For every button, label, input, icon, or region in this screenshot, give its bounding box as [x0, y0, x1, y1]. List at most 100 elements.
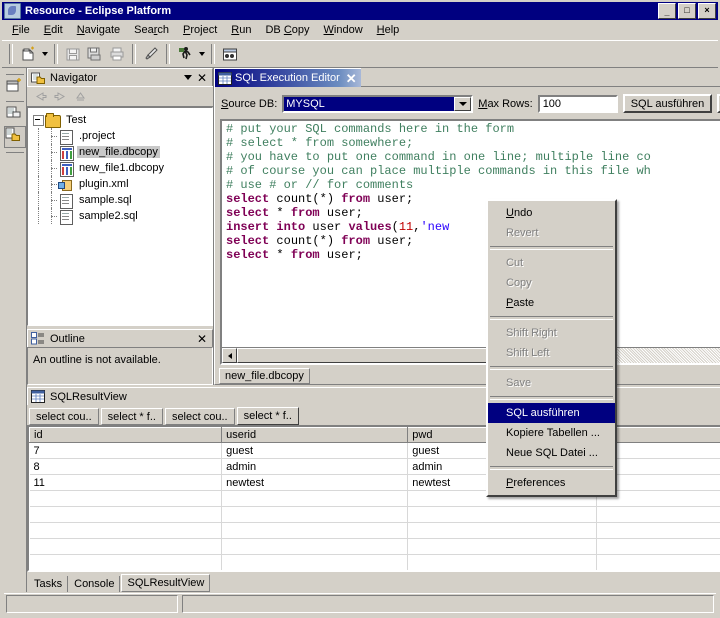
menu-window[interactable]: Window	[317, 22, 370, 38]
tree-item-sample2-sql[interactable]: sample2.sql	[32, 208, 212, 224]
close-icon[interactable]: ✕	[195, 332, 209, 346]
sql-editor-icon	[218, 72, 232, 85]
result-tab-0[interactable]: select cou..	[29, 408, 99, 425]
result-tab-2[interactable]: select cou..	[165, 408, 235, 425]
execute-sql-button[interactable]: SQL ausführen	[623, 94, 713, 113]
run-person-icon[interactable]	[174, 43, 196, 65]
menu-help[interactable]: Help	[370, 22, 407, 38]
chevron-down-icon[interactable]	[454, 97, 471, 111]
close-icon[interactable]: ✕	[346, 73, 357, 84]
tab-console[interactable]: Console	[69, 576, 120, 592]
paintbrush-icon[interactable]	[140, 43, 162, 65]
tree-item-project[interactable]: .project	[32, 128, 212, 144]
save-icon[interactable]	[62, 43, 84, 65]
fastview-separator	[6, 152, 24, 153]
tree-item-new-file1-dbcopy[interactable]: new_file1.dbcopy	[32, 160, 212, 176]
window-titlebar: Resource - Eclipse Platform _ □ ×	[2, 2, 718, 20]
cell-empty	[30, 491, 222, 507]
menu-file[interactable]: File	[5, 22, 37, 38]
context-item-label: ndo	[514, 207, 532, 219]
table-row-empty[interactable]	[30, 523, 720, 539]
tree-item-new-file-dbcopy[interactable]: new_file.dbcopy	[32, 144, 212, 160]
column-header-userid[interactable]: userid	[222, 428, 408, 443]
code-editor[interactable]: # put your SQL commands here in the form…	[220, 119, 720, 365]
close-icon[interactable]: ✕	[195, 71, 209, 85]
back-arrow-icon[interactable]	[30, 88, 50, 105]
result-tab-1[interactable]: select * f..	[101, 408, 163, 425]
expand-collapse-icon[interactable]	[32, 114, 45, 127]
context-menu-item-preferences[interactable]: Preferences	[488, 473, 615, 493]
source-db-value: MYSQL	[284, 97, 454, 111]
outline-icon	[31, 332, 46, 346]
chevron-down-icon[interactable]	[196, 43, 207, 65]
save-all-icon[interactable]	[84, 43, 106, 65]
fastview-bar	[4, 68, 27, 592]
database-copy-icon[interactable]	[219, 43, 241, 65]
context-menu-item-paste[interactable]: Paste	[488, 293, 615, 313]
tree-indent	[45, 160, 58, 176]
file-tab-new-file-dbcopy[interactable]: new_file.dbcopy	[219, 368, 310, 384]
menu-edit[interactable]: Edit	[37, 22, 70, 38]
code-line-comment: # of course you can place multiple comma…	[226, 164, 651, 178]
forward-arrow-icon[interactable]	[50, 88, 70, 105]
tree-item-test[interactable]: Test	[32, 112, 212, 128]
result-tab-label: select cou..	[172, 411, 228, 423]
close-button[interactable]: ×	[698, 3, 716, 19]
tree-item-plugin-xml[interactable]: plugin.xml	[32, 176, 212, 192]
column-header-id[interactable]: id	[30, 428, 222, 443]
menu-project[interactable]: Project	[176, 22, 224, 38]
maximize-button[interactable]: □	[678, 3, 696, 19]
context-menu-item-undo[interactable]: Undo	[488, 203, 615, 223]
navigator-title: Navigator	[50, 72, 181, 84]
tree-item-label: sample.sql	[77, 194, 134, 206]
chevron-down-icon[interactable]	[39, 43, 50, 65]
bottom-tab-row: Tasks Console SQLResultView	[27, 572, 720, 592]
context-menu-item-kopiere-tabellen[interactable]: Kopiere Tabellen ...	[488, 423, 615, 443]
new-file-icon[interactable]	[17, 43, 39, 65]
editor-horizontal-scrollbar[interactable]	[222, 347, 720, 363]
minimize-button[interactable]: _	[658, 3, 676, 19]
cell-empty	[597, 523, 720, 539]
cell-userid: guest	[222, 443, 408, 459]
navigator-title-bar: Navigator ✕	[27, 68, 213, 86]
menu-navigate[interactable]: Navigate	[70, 22, 127, 38]
context-item-label: Kopiere Tabellen ...	[506, 427, 600, 439]
context-menu-item-sql-ausfuehren[interactable]: SQL ausführen	[488, 403, 615, 423]
sql-source-text[interactable]: # put your SQL commands here in the form…	[222, 121, 720, 347]
result-tab-3[interactable]: select * f..	[237, 407, 299, 425]
tree-indent	[32, 208, 45, 224]
window-title: Resource - Eclipse Platform	[25, 5, 658, 17]
context-menu-item-neue-sql-datei[interactable]: Neue SQL Datei ...	[488, 443, 615, 463]
cell-empty	[30, 539, 222, 555]
outline-title: Outline	[50, 333, 195, 345]
chevron-down-icon[interactable]	[181, 71, 195, 85]
max-rows-input[interactable]: 100	[538, 95, 618, 113]
context-menu-separator	[490, 316, 613, 320]
new-perspective-icon[interactable]	[5, 77, 25, 97]
context-menu-item-save: Save	[488, 373, 615, 393]
table-row-empty[interactable]	[30, 507, 720, 523]
print-icon[interactable]	[106, 43, 128, 65]
navigator-tree-body[interactable]: Test .project	[27, 107, 213, 326]
tab-sql-execution-editor[interactable]: SQL Execution Editor ✕	[214, 68, 361, 87]
table-row-empty[interactable]	[30, 555, 720, 571]
editor-context-menu[interactable]: Undo Revert Cut Copy Paste Shift Right S…	[486, 199, 617, 497]
table-row-empty[interactable]	[30, 539, 720, 555]
menu-db-copy[interactable]: DB Copy	[258, 22, 316, 38]
navigator-folder-icon[interactable]	[4, 126, 26, 148]
resource-icon[interactable]	[5, 104, 25, 124]
cell-empty	[408, 507, 597, 523]
scroll-left-button[interactable]	[222, 348, 237, 363]
menu-search[interactable]: Search	[127, 22, 176, 38]
max-rows-label: Max Rows:	[478, 98, 532, 110]
up-arrow-icon[interactable]	[70, 88, 90, 105]
tab-sqlresultview[interactable]: SQLResultView	[121, 574, 210, 592]
tab-tasks[interactable]: Tasks	[29, 576, 68, 592]
main-toolbar	[2, 40, 718, 68]
menu-run[interactable]: Run	[224, 22, 258, 38]
tree-item-sample-sql[interactable]: sample.sql	[32, 192, 212, 208]
source-db-combo[interactable]: MYSQL	[282, 95, 473, 113]
toolbar-separator	[211, 44, 215, 64]
dbcopy-icon	[58, 161, 74, 176]
context-item-label: Cut	[506, 257, 523, 269]
